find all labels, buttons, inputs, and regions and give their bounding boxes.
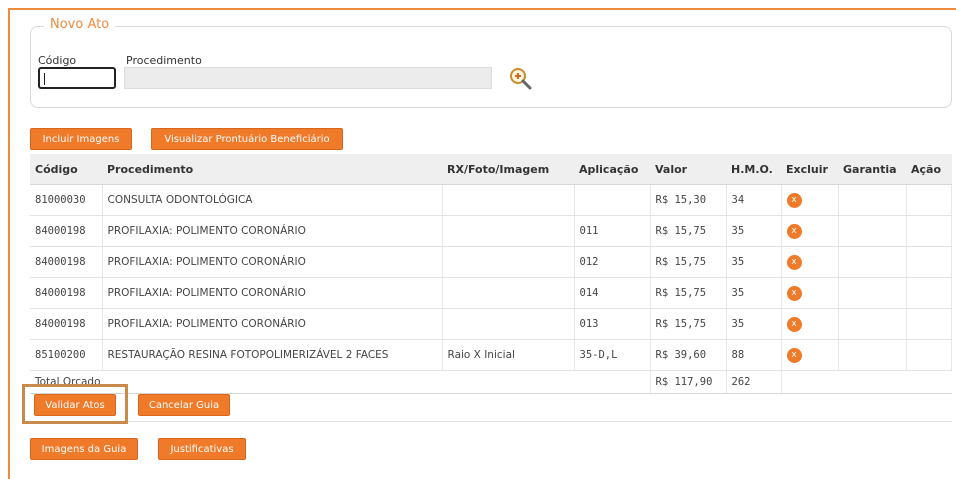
- cell-hmo: 35: [726, 277, 782, 309]
- delete-icon[interactable]: x: [786, 223, 802, 239]
- cell-excluir: x: [781, 308, 839, 340]
- cell-procedimento: PROFILAXIA: POLIMENTO CORONÁRIO: [102, 277, 443, 309]
- cell-procedimento: PROFILAXIA: POLIMENTO CORONÁRIO: [102, 246, 443, 278]
- table-row: 81000030 CONSULTA ODONTOLÓGICA R$ 15,30 …: [30, 184, 952, 216]
- cell-garantia: [838, 184, 907, 216]
- codigo-input[interactable]: [38, 67, 116, 89]
- delete-icon[interactable]: x: [786, 285, 802, 301]
- cell-rx: [442, 308, 575, 340]
- col-aplicacao-header: Aplicação: [574, 154, 650, 185]
- cell-rx: [442, 246, 575, 278]
- table-row: 84000198 PROFILAXIA: POLIMENTO CORONÁRIO…: [30, 215, 952, 247]
- col-acao-header: Ação: [906, 154, 952, 185]
- cell-hmo: 35: [726, 246, 782, 278]
- cancelar-guia-button[interactable]: Cancelar Guia: [138, 394, 230, 416]
- cell-hmo: 34: [726, 184, 782, 216]
- cell-procedimento: CONSULTA ODONTOLÓGICA: [102, 184, 443, 216]
- cell-procedimento: PROFILAXIA: POLIMENTO CORONÁRIO: [102, 215, 443, 247]
- cell-codigo: 84000198: [30, 246, 103, 278]
- table-row: 84000198 PROFILAXIA: POLIMENTO CORONÁRIO…: [30, 308, 952, 340]
- col-codigo-header: Código: [30, 154, 102, 185]
- cell-hmo: 35: [726, 215, 782, 247]
- novo-ato-legend: Novo Ato: [44, 17, 116, 32]
- cell-valor: R$ 15,75: [650, 308, 727, 340]
- delete-icon[interactable]: x: [786, 254, 802, 270]
- cell-valor: R$ 15,75: [650, 215, 727, 247]
- cell-procedimento: RESTAURAÇÃO RESINA FOTOPOLIMERIZÁVEL 2 F…: [102, 339, 443, 371]
- cell-excluir: x: [781, 246, 839, 278]
- cell-aplicacao: 012: [574, 246, 651, 278]
- cell-acao: [906, 184, 952, 216]
- cell-codigo: 84000198: [30, 215, 103, 247]
- cell-garantia: [838, 339, 907, 371]
- cell-acao: [906, 215, 952, 247]
- cell-acao: [906, 339, 952, 371]
- cell-valor: R$ 39,60: [650, 339, 727, 371]
- cell-garantia: [838, 246, 907, 278]
- delete-icon[interactable]: x: [786, 192, 802, 208]
- cell-codigo: 85100200: [30, 339, 103, 371]
- cell-garantia: [838, 277, 907, 309]
- col-hmo-header: H.M.O.: [726, 154, 781, 185]
- cell-valor: R$ 15,30: [650, 184, 727, 216]
- col-valor-header: Valor: [650, 154, 726, 185]
- cell-excluir: x: [781, 339, 839, 371]
- cell-rx: [442, 277, 575, 309]
- table-row: 84000198 PROFILAXIA: POLIMENTO CORONÁRIO…: [30, 277, 952, 309]
- cell-excluir: x: [781, 277, 839, 309]
- col-excluir-header: Excluir: [781, 154, 838, 185]
- delete-icon[interactable]: x: [786, 316, 802, 332]
- cell-garantia: [838, 215, 907, 247]
- table-header-row: Código Procedimento RX/Foto/Imagem Aplic…: [30, 154, 952, 185]
- justificativas-button[interactable]: Justificativas: [158, 438, 246, 460]
- procedimento-input[interactable]: [124, 67, 492, 89]
- cell-aplicacao: 35-D,L: [574, 339, 651, 371]
- cell-codigo: 84000198: [30, 308, 103, 340]
- cell-hmo: 88: [726, 339, 782, 371]
- cell-codigo: 84000198: [30, 277, 103, 309]
- procedimento-label: Procedimento: [126, 54, 202, 67]
- cell-excluir: x: [781, 215, 839, 247]
- cell-aplicacao: 011: [574, 215, 651, 247]
- cell-rx: [442, 184, 575, 216]
- cell-aplicacao: 014: [574, 277, 651, 309]
- table-row: 85100200 RESTAURAÇÃO RESINA FOTOPOLIMERI…: [30, 339, 952, 371]
- text-caret: [44, 73, 45, 85]
- cell-garantia: [838, 308, 907, 340]
- highlight-box: [22, 384, 128, 424]
- table-row: 84000198 PROFILAXIA: POLIMENTO CORONÁRIO…: [30, 246, 952, 278]
- codigo-label: Código: [38, 54, 77, 67]
- cell-hmo: 35: [726, 308, 782, 340]
- cell-acao: [906, 246, 952, 278]
- cell-rx: Raio X Inicial: [442, 339, 575, 371]
- col-procedimento-header: Procedimento: [102, 154, 442, 185]
- cell-valor: R$ 15,75: [650, 277, 727, 309]
- delete-icon[interactable]: x: [786, 347, 802, 363]
- search-zoom-icon[interactable]: [508, 66, 534, 92]
- cell-aplicacao: [574, 184, 651, 216]
- procedures-table: Código Procedimento RX/Foto/Imagem Aplic…: [30, 154, 952, 394]
- cell-valor: R$ 15,75: [650, 246, 727, 278]
- cell-rx: [442, 215, 575, 247]
- cell-aplicacao: 013: [574, 308, 651, 340]
- col-garantia-header: Garantia: [838, 154, 906, 185]
- incluir-imagens-button[interactable]: Incluir Imagens: [30, 128, 132, 150]
- cell-codigo: 81000030: [30, 184, 103, 216]
- cell-acao: [906, 277, 952, 309]
- visualizar-prontuario-button[interactable]: Visualizar Prontuário Beneficiário: [151, 128, 343, 150]
- cell-procedimento: PROFILAXIA: POLIMENTO CORONÁRIO: [102, 308, 443, 340]
- cell-excluir: x: [781, 184, 839, 216]
- imagens-da-guia-button[interactable]: Imagens da Guia: [30, 438, 138, 460]
- col-rx-header: RX/Foto/Imagem: [442, 154, 574, 185]
- cell-acao: [906, 308, 952, 340]
